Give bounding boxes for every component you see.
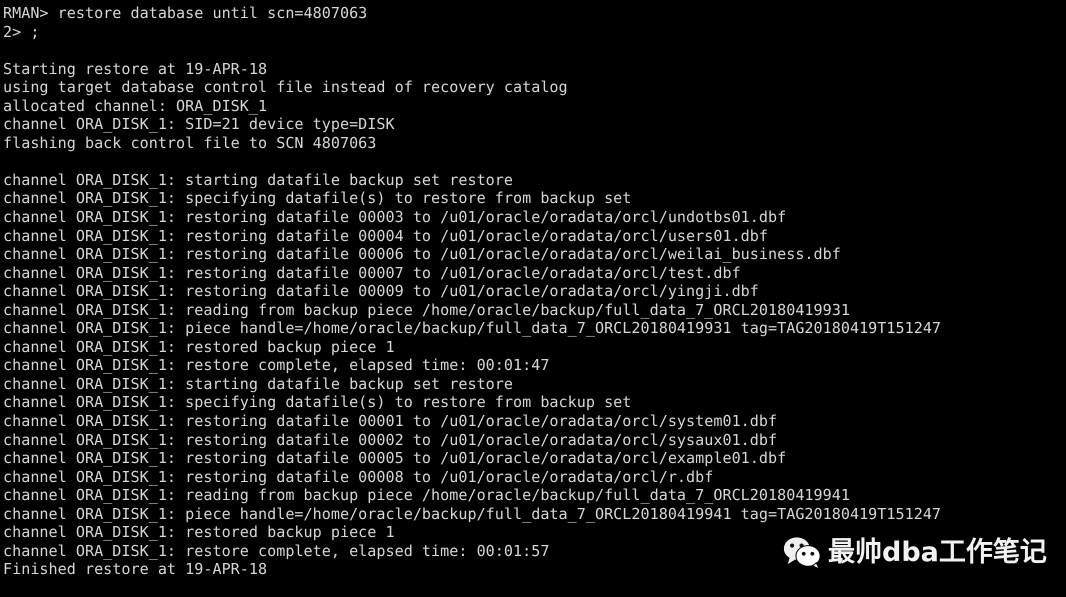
console-line: flashing back control file to SCN 480706… xyxy=(3,133,377,152)
console-line: 2> ; xyxy=(3,22,40,41)
console-output[interactable]: RMAN> restore database until scn=4807063… xyxy=(3,4,1066,579)
console-line: channel ORA_DISK_1: SID=21 device type=D… xyxy=(3,115,395,134)
console-line: Finished restore at 19-APR-18 xyxy=(3,560,268,579)
console-line: channel ORA_DISK_1: restore complete, el… xyxy=(3,541,550,560)
console-line: channel ORA_DISK_1: restoring datafile 0… xyxy=(3,467,714,486)
console-line: channel ORA_DISK_1: starting datafile ba… xyxy=(3,374,514,393)
console-line: channel ORA_DISK_1: restoring datafile 0… xyxy=(3,263,741,282)
console-line: channel ORA_DISK_1: restoring datafile 0… xyxy=(3,208,787,227)
console-line: channel ORA_DISK_1: reading from backup … xyxy=(3,486,850,505)
console-line: channel ORA_DISK_1: specifying datafile(… xyxy=(3,393,632,412)
console-line: channel ORA_DISK_1: restoring datafile 0… xyxy=(3,226,769,245)
console-line: RMAN> restore database until scn=4807063 xyxy=(3,4,368,22)
console-line: Starting restore at 19-APR-18 xyxy=(3,59,268,78)
console-line: channel ORA_DISK_1: restoring datafile 0… xyxy=(3,449,787,468)
console-line: channel ORA_DISK_1: restoring datafile 0… xyxy=(3,412,778,431)
console-line: channel ORA_DISK_1: restored backup piec… xyxy=(3,337,395,356)
console-line: allocated channel: ORA_DISK_1 xyxy=(3,96,268,115)
console-line: channel ORA_DISK_1: restoring datafile 0… xyxy=(3,430,778,449)
console-line: channel ORA_DISK_1: piece handle=/home/o… xyxy=(3,319,942,338)
console-line: channel ORA_DISK_1: restore complete, el… xyxy=(3,356,550,375)
console-line: channel ORA_DISK_1: starting datafile ba… xyxy=(3,170,514,189)
console-line: using target database control file inste… xyxy=(3,78,568,97)
console-line: channel ORA_DISK_1: specifying datafile(… xyxy=(3,189,632,208)
console-line: channel ORA_DISK_1: piece handle=/home/o… xyxy=(3,504,942,523)
console-line: channel ORA_DISK_1: reading from backup … xyxy=(3,300,850,319)
console-line: channel ORA_DISK_1: restoring datafile 0… xyxy=(3,282,759,301)
console-line: channel ORA_DISK_1: restored backup piec… xyxy=(3,523,395,542)
console-line: channel ORA_DISK_1: restoring datafile 0… xyxy=(3,245,841,264)
terminal-window[interactable]: RMAN> restore database until scn=4807063… xyxy=(0,0,1066,597)
